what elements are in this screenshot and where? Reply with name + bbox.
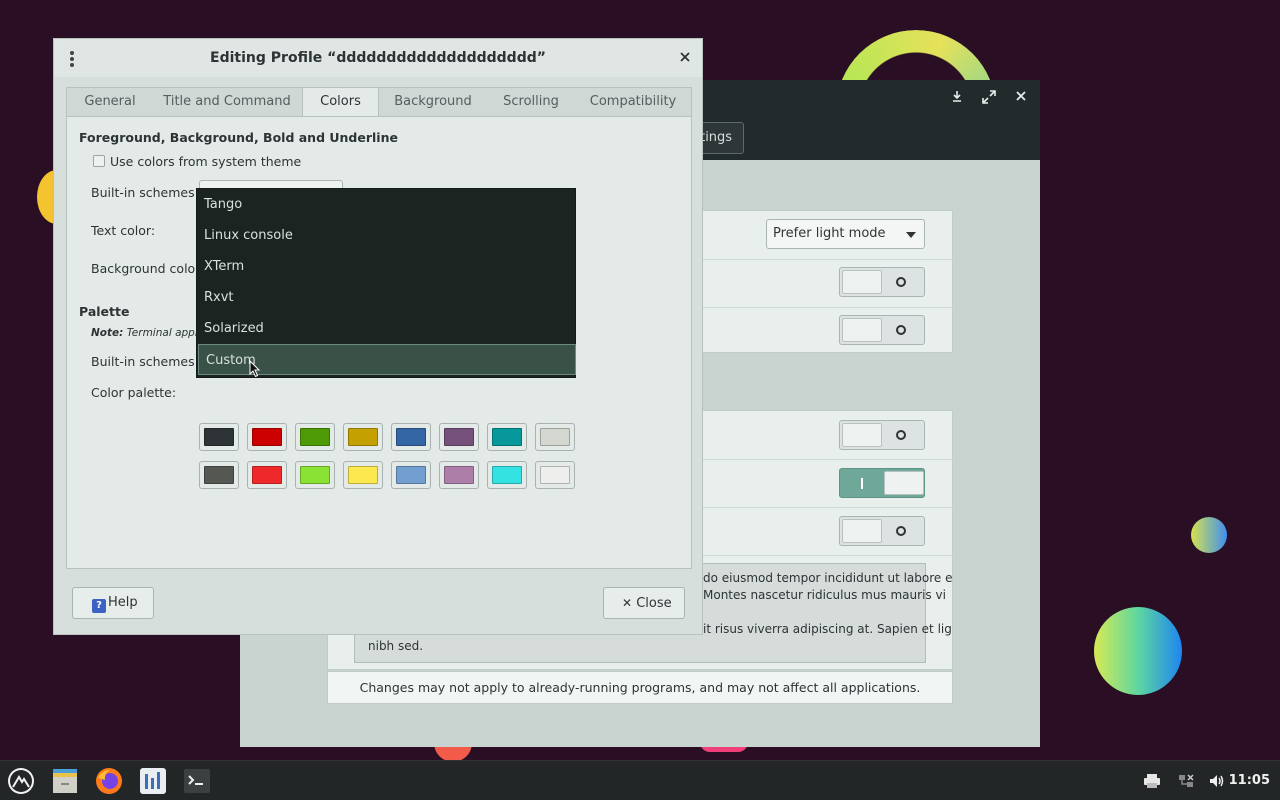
toggle-switch-5[interactable]	[839, 516, 925, 546]
palette-swatch-3[interactable]	[343, 423, 383, 451]
tab-scrolling[interactable]: Scrolling	[487, 88, 575, 116]
switch-on-icon	[861, 478, 863, 489]
toggle-switch-2[interactable]	[839, 315, 925, 345]
maximize-icon[interactable]	[979, 90, 999, 108]
palette-swatch-6[interactable]	[487, 423, 527, 451]
palette-swatch-4[interactable]	[391, 423, 431, 451]
switch-knob	[842, 519, 882, 543]
builtin-schemes-label: Built-in schemes:	[91, 185, 199, 200]
palette-swatch-2[interactable]	[295, 423, 335, 451]
firefox-icon[interactable]	[94, 766, 124, 796]
palette-schemes-label: Built-in schemes:	[91, 354, 199, 369]
taskbar-clock[interactable]: 11:05	[1229, 761, 1270, 800]
palette-note-prefix: Note:	[91, 327, 124, 339]
color-palette-label: Color palette:	[91, 385, 177, 400]
switch-knob	[842, 423, 882, 447]
palette-swatch-11[interactable]	[343, 461, 383, 489]
printer-icon[interactable]	[1143, 772, 1161, 790]
switch-off-icon	[896, 277, 906, 287]
text-line: do eiusmod tempor incididunt ut labore e	[703, 571, 953, 585]
network-disconnected-icon[interactable]	[1177, 772, 1195, 790]
wallpaper-ball-big	[1094, 607, 1182, 695]
close-button[interactable]: ✕ Close	[603, 587, 685, 619]
download-icon[interactable]	[947, 90, 967, 106]
text-line: nibh sed.	[368, 639, 424, 653]
tab-general[interactable]: General	[67, 88, 153, 116]
toggle-switch-1[interactable]	[839, 267, 925, 297]
switch-off-icon	[896, 325, 906, 335]
help-icon: ?	[92, 599, 106, 613]
switch-knob	[842, 270, 882, 294]
palette-swatch-5[interactable]	[439, 423, 479, 451]
dialog-title: Editing Profile “dddddddddddddddddddd”	[54, 39, 702, 77]
palette-header: Palette	[79, 304, 130, 319]
help-label: Help	[108, 595, 138, 610]
switch-knob	[842, 318, 882, 342]
switch-knob	[884, 471, 924, 495]
help-button[interactable]: ? Help	[72, 587, 154, 619]
system-monitor-icon[interactable]	[138, 766, 168, 796]
file-manager-icon[interactable]	[50, 766, 80, 796]
tab-colors[interactable]: Colors	[302, 88, 379, 118]
settings-footer-note: Changes may not apply to already-running…	[327, 671, 953, 704]
system-colors-label[interactable]: Use colors from system theme	[110, 154, 301, 169]
palette-swatch-13[interactable]	[439, 461, 479, 489]
dropdown-value: Prefer light mode	[773, 226, 886, 241]
text-line: it risus viverra adipiscing at. Sapien e…	[703, 622, 952, 636]
close-icon[interactable]	[680, 48, 690, 66]
app-menu-icon[interactable]	[6, 766, 36, 796]
schemes-popup-list: Tango Linux console XTerm Rxvt Solarized…	[196, 188, 576, 378]
popup-item-tango[interactable]: Tango	[197, 189, 575, 220]
mouse-cursor-icon	[249, 360, 261, 378]
terminal-icon[interactable]	[182, 766, 212, 796]
palette-note-text: Terminal applic	[126, 327, 207, 339]
switch-off-icon	[896, 526, 906, 536]
palette-swatch-12[interactable]	[391, 461, 431, 489]
tab-title-and-command[interactable]: Title and Command	[153, 88, 301, 116]
palette-swatch-8[interactable]	[199, 461, 239, 489]
toggle-switch-4[interactable]	[839, 468, 925, 498]
close-icon[interactable]	[1011, 90, 1031, 106]
popup-item-rxvt[interactable]: Rxvt	[197, 282, 575, 313]
palette-swatch-15[interactable]	[535, 461, 575, 489]
system-colors-checkbox[interactable]	[93, 155, 105, 167]
chevron-down-icon	[906, 232, 916, 238]
volume-icon[interactable]	[1208, 772, 1226, 790]
tab-background[interactable]: Background	[379, 88, 487, 116]
section-header-fg: Foreground, Background, Bold and Underli…	[79, 130, 398, 145]
palette-swatch-1[interactable]	[247, 423, 287, 451]
tab-bar: General Title and Command Colors Backgro…	[66, 87, 692, 118]
palette-swatch-14[interactable]	[487, 461, 527, 489]
toggle-switch-3[interactable]	[839, 420, 925, 450]
popup-item-linux-console[interactable]: Linux console	[197, 220, 575, 251]
palette-swatch-10[interactable]	[295, 461, 335, 489]
switch-off-icon	[896, 430, 906, 440]
background-color-label: Background color:	[91, 261, 205, 276]
color-scheme-dropdown[interactable]: Prefer light mode	[766, 219, 925, 249]
palette-note: Note: Terminal applic	[91, 327, 206, 339]
tab-compatibility[interactable]: Compatibility	[575, 88, 691, 116]
palette-swatch-9[interactable]	[247, 461, 287, 489]
palette-swatch-7[interactable]	[535, 423, 575, 451]
wallpaper-ball-small	[1191, 517, 1227, 553]
close-label: Close	[636, 596, 672, 611]
popup-item-xterm[interactable]: XTerm	[197, 251, 575, 282]
menu-icon[interactable]	[68, 49, 76, 69]
close-x-icon: ✕	[622, 596, 633, 610]
text-line: Montes nascetur ridiculus mus mauris vi	[703, 588, 946, 602]
popup-item-solarized[interactable]: Solarized	[197, 313, 575, 344]
taskbar: 11:05	[0, 760, 1280, 800]
palette-swatch-0[interactable]	[199, 423, 239, 451]
text-color-label: Text color:	[91, 223, 156, 238]
